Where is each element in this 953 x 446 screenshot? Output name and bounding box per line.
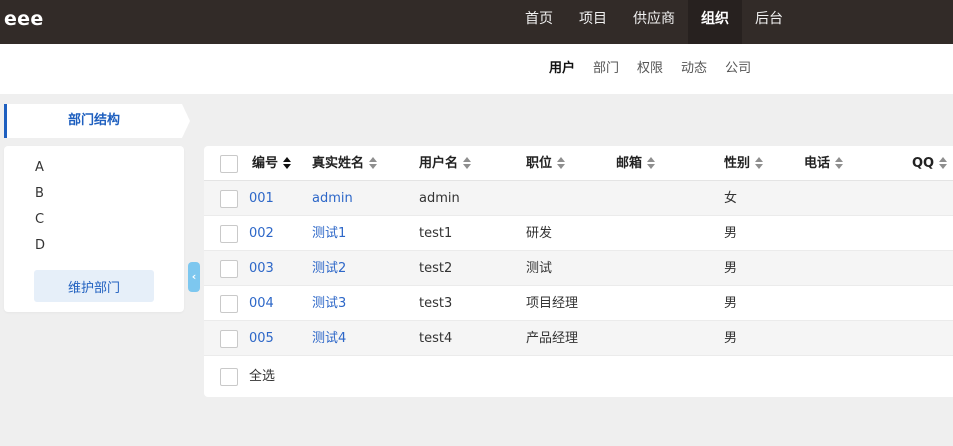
- subnav-item-departments[interactable]: 部门: [584, 44, 628, 94]
- collapse-sidebar-handle[interactable]: ‹: [188, 262, 200, 292]
- sort-icon[interactable]: [557, 156, 566, 169]
- chevron-left-icon: ‹: [191, 270, 197, 283]
- cell-id[interactable]: 002: [249, 216, 274, 251]
- sort-icon[interactable]: [647, 156, 656, 169]
- column-header-gender[interactable]: 性别: [724, 146, 764, 181]
- table-row[interactable]: 002 测试1 test1 研发 男: [204, 216, 953, 251]
- dept-tree-panel: A B C D 维护部门: [4, 146, 184, 312]
- cell-realname[interactable]: 测试3: [312, 286, 346, 321]
- select-all-label[interactable]: 全选: [249, 356, 275, 397]
- cell-gender: 男: [724, 331, 738, 346]
- row-select-checkbox[interactable]: [220, 225, 238, 243]
- brand-logo[interactable]: eee: [4, 8, 44, 30]
- column-header-label: 编号: [252, 156, 279, 171]
- cell-position: 产品经理: [526, 331, 579, 346]
- nav-item-label: 供应商: [633, 11, 675, 27]
- row-select-checkbox[interactable]: [220, 295, 238, 313]
- select-all-checkbox[interactable]: [220, 368, 238, 386]
- column-header-label: 真实姓名: [312, 156, 365, 171]
- cell-realname[interactable]: 测试2: [312, 251, 346, 286]
- cell-position: 测试: [526, 261, 553, 276]
- top-navbar: eee 首页 项目 供应商 组织 后台: [0, 0, 953, 44]
- nav-item-suppliers[interactable]: 供应商: [620, 0, 688, 44]
- dept-item-c[interactable]: C: [35, 212, 44, 227]
- row-select-checkbox[interactable]: [220, 330, 238, 348]
- sub-navbar: 用户 部门 权限 动态 公司: [0, 44, 953, 94]
- cell-id[interactable]: 001: [249, 181, 274, 216]
- nav-item-label: 组织: [701, 11, 729, 27]
- sort-icon[interactable]: [835, 156, 844, 169]
- cell-id[interactable]: 004: [249, 286, 274, 321]
- column-header-realname[interactable]: 真实姓名: [312, 146, 378, 181]
- cell-realname[interactable]: 测试1: [312, 216, 346, 251]
- subnav-item-users[interactable]: 用户: [540, 44, 584, 94]
- column-header-position[interactable]: 职位: [526, 146, 566, 181]
- cell-username: test2: [419, 261, 453, 276]
- sort-icon[interactable]: [939, 156, 948, 169]
- sort-icon[interactable]: [755, 156, 764, 169]
- sort-desc-icon[interactable]: [283, 156, 292, 169]
- dept-structure-title: 部门结构: [67, 113, 120, 128]
- table-header: 编号 真实姓名 用户名 职位 邮箱 性别 电话 QQ: [204, 146, 953, 181]
- column-header-label: 性别: [724, 156, 751, 171]
- dept-structure-tab[interactable]: 部门结构: [4, 104, 190, 138]
- column-header-label: 用户名: [419, 156, 459, 171]
- maintain-dept-button[interactable]: 维护部门: [34, 270, 154, 302]
- cell-gender: 女: [724, 191, 738, 206]
- column-header-label: 电话: [804, 156, 831, 171]
- nav-item-admin[interactable]: 后台: [742, 0, 796, 44]
- table-row[interactable]: 001 admin admin 女: [204, 181, 953, 216]
- subnav-item-activity[interactable]: 动态: [672, 44, 716, 94]
- nav-item-projects[interactable]: 项目: [566, 0, 620, 44]
- subnav-item-company[interactable]: 公司: [716, 44, 760, 94]
- cell-id[interactable]: 005: [249, 321, 274, 356]
- cell-username: test3: [419, 296, 453, 311]
- nav-item-label: 项目: [579, 11, 607, 27]
- cell-realname[interactable]: 测试4: [312, 321, 346, 356]
- header-select-checkbox[interactable]: [220, 155, 238, 173]
- cell-username: test1: [419, 226, 453, 241]
- column-header-label: 邮箱: [616, 156, 643, 171]
- sort-icon[interactable]: [463, 156, 472, 169]
- row-select-checkbox[interactable]: [220, 190, 238, 208]
- nav-item-home[interactable]: 首页: [512, 0, 566, 44]
- table-row[interactable]: 003 测试2 test2 测试 男: [204, 251, 953, 286]
- user-table: 编号 真实姓名 用户名 职位 邮箱 性别 电话 QQ 001 admin adm…: [204, 146, 953, 397]
- nav-item-organization[interactable]: 组织: [688, 0, 742, 44]
- cell-gender: 男: [724, 226, 738, 241]
- table-row[interactable]: 005 测试4 test4 产品经理 男: [204, 321, 953, 356]
- column-header-qq[interactable]: QQ: [912, 146, 948, 181]
- table-footer: 全选: [204, 356, 953, 397]
- table-row[interactable]: 004 测试3 test3 项目经理 男: [204, 286, 953, 321]
- cell-username: admin: [419, 191, 460, 206]
- cell-realname[interactable]: admin: [312, 181, 353, 216]
- cell-gender: 男: [724, 296, 738, 311]
- column-header-username[interactable]: 用户名: [419, 146, 472, 181]
- column-header-phone[interactable]: 电话: [804, 146, 844, 181]
- cell-position: 研发: [526, 226, 553, 241]
- row-select-checkbox[interactable]: [220, 260, 238, 278]
- nav-item-label: 后台: [755, 11, 783, 27]
- cell-gender: 男: [724, 261, 738, 276]
- dept-item-a[interactable]: A: [35, 160, 44, 175]
- dept-item-b[interactable]: B: [35, 186, 44, 201]
- cell-username: test4: [419, 331, 453, 346]
- main-nav: 首页 项目 供应商 组织 后台: [512, 0, 796, 44]
- cell-id[interactable]: 003: [249, 251, 274, 286]
- sub-nav: 用户 部门 权限 动态 公司: [540, 44, 760, 94]
- cell-position: 项目经理: [526, 296, 579, 311]
- nav-item-label: 首页: [525, 11, 553, 27]
- column-header-label: QQ: [912, 156, 935, 171]
- column-header-label: 职位: [526, 156, 553, 171]
- dept-item-d[interactable]: D: [35, 238, 45, 253]
- column-header-id[interactable]: 编号: [252, 146, 292, 181]
- sort-icon[interactable]: [369, 156, 378, 169]
- subnav-item-permissions[interactable]: 权限: [628, 44, 672, 94]
- column-header-email[interactable]: 邮箱: [616, 146, 656, 181]
